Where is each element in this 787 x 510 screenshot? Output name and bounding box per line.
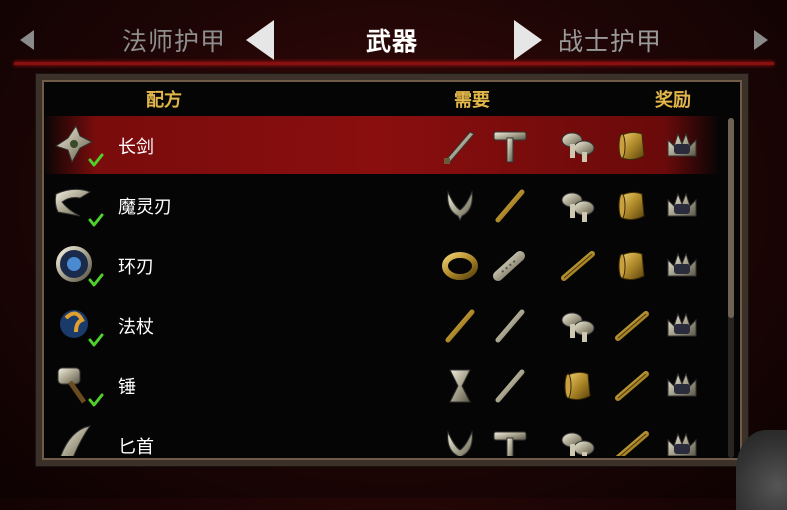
completed-check-icon [88, 212, 104, 228]
crown-reward-icon [662, 126, 702, 166]
tab-weapons-active: 武器 [366, 27, 419, 56]
grip-ingredient-icon [490, 246, 530, 286]
tab-warrior-armor[interactable]: 战士护甲 [558, 22, 662, 58]
scroll-ingredient-icon [612, 246, 652, 286]
gold-ring-ingredient-icon [440, 246, 480, 286]
tab-mage-armor[interactable]: 法师护甲 [122, 22, 226, 58]
scroll-ingredient-icon [612, 186, 652, 226]
mushroom-ingredient-icon [558, 186, 598, 226]
gold-rod-ingredient-icon [612, 366, 652, 406]
list-scrollbar-thumb[interactable] [728, 118, 734, 318]
category-tab-bar: 法师护甲 武器 战士护甲 [0, 0, 787, 62]
previous-tab-arrow-icon[interactable] [246, 20, 274, 60]
gold-stick-ingredient-icon [440, 306, 480, 346]
hammer-ingredient-icon [490, 426, 530, 456]
completed-check-icon [88, 152, 104, 168]
character-shoulder-decoration [736, 430, 787, 510]
recipe-name: 环刃 [118, 257, 154, 278]
scroll-ingredient-icon [612, 126, 652, 166]
claw-ingredient-icon [440, 426, 480, 456]
completed-check-icon [88, 272, 104, 288]
dagger-recipe-icon [60, 425, 92, 456]
gold-rod-ingredient-icon [612, 426, 652, 456]
crown-reward-icon [662, 426, 702, 456]
next-tab-arrow-icon[interactable] [514, 20, 542, 60]
header-reward: 奖励 [655, 90, 691, 111]
header-recipe: 配方 [146, 90, 182, 111]
blade-ingredient-icon [440, 126, 480, 166]
scroll-right-small-arrow-icon[interactable] [754, 30, 768, 50]
mushroom-ingredient-icon [558, 306, 598, 346]
recipe-name: 匕首 [118, 437, 154, 456]
gold-stick-ingredient-icon [490, 186, 530, 226]
recipe-row-demon-blade[interactable]: 魔灵刃 [42, 176, 720, 234]
mushroom-ingredient-icon [558, 426, 598, 456]
header-requirements: 需要 [454, 90, 490, 111]
gold-rod-ingredient-icon [558, 246, 598, 286]
claw-ingredient-icon [440, 186, 480, 226]
silver-rod-ingredient-icon [490, 306, 530, 346]
recipe-name: 长剑 [118, 137, 154, 158]
recipe-row-ring-blade[interactable]: 环刃 [42, 236, 720, 294]
recipe-row-staff[interactable]: 法杖 [42, 296, 720, 354]
crown-reward-icon [662, 306, 702, 346]
chalice-ingredient-icon [440, 366, 480, 406]
crown-reward-icon [662, 246, 702, 286]
completed-check-icon [88, 332, 104, 348]
scroll-left-small-arrow-icon[interactable] [20, 30, 34, 50]
recipe-name: 魔灵刃 [118, 197, 172, 218]
recipe-name: 法杖 [118, 317, 154, 338]
completed-check-icon [88, 392, 104, 408]
crown-reward-icon [662, 366, 702, 406]
silver-rod-ingredient-icon [490, 366, 530, 406]
gold-rod-ingredient-icon [612, 306, 652, 346]
tab-underline-divider [14, 62, 774, 65]
recipe-row-longsword[interactable]: 长剑 [42, 116, 720, 174]
mushroom-ingredient-icon [558, 126, 598, 166]
recipe-row-dagger[interactable]: 匕首 [42, 416, 720, 456]
hammer-ingredient-icon [490, 126, 530, 166]
recipe-row-hammer[interactable]: 锤 [42, 356, 720, 414]
crown-reward-icon [662, 186, 702, 226]
recipe-name: 锤 [118, 377, 136, 398]
scroll-ingredient-icon [558, 366, 598, 406]
